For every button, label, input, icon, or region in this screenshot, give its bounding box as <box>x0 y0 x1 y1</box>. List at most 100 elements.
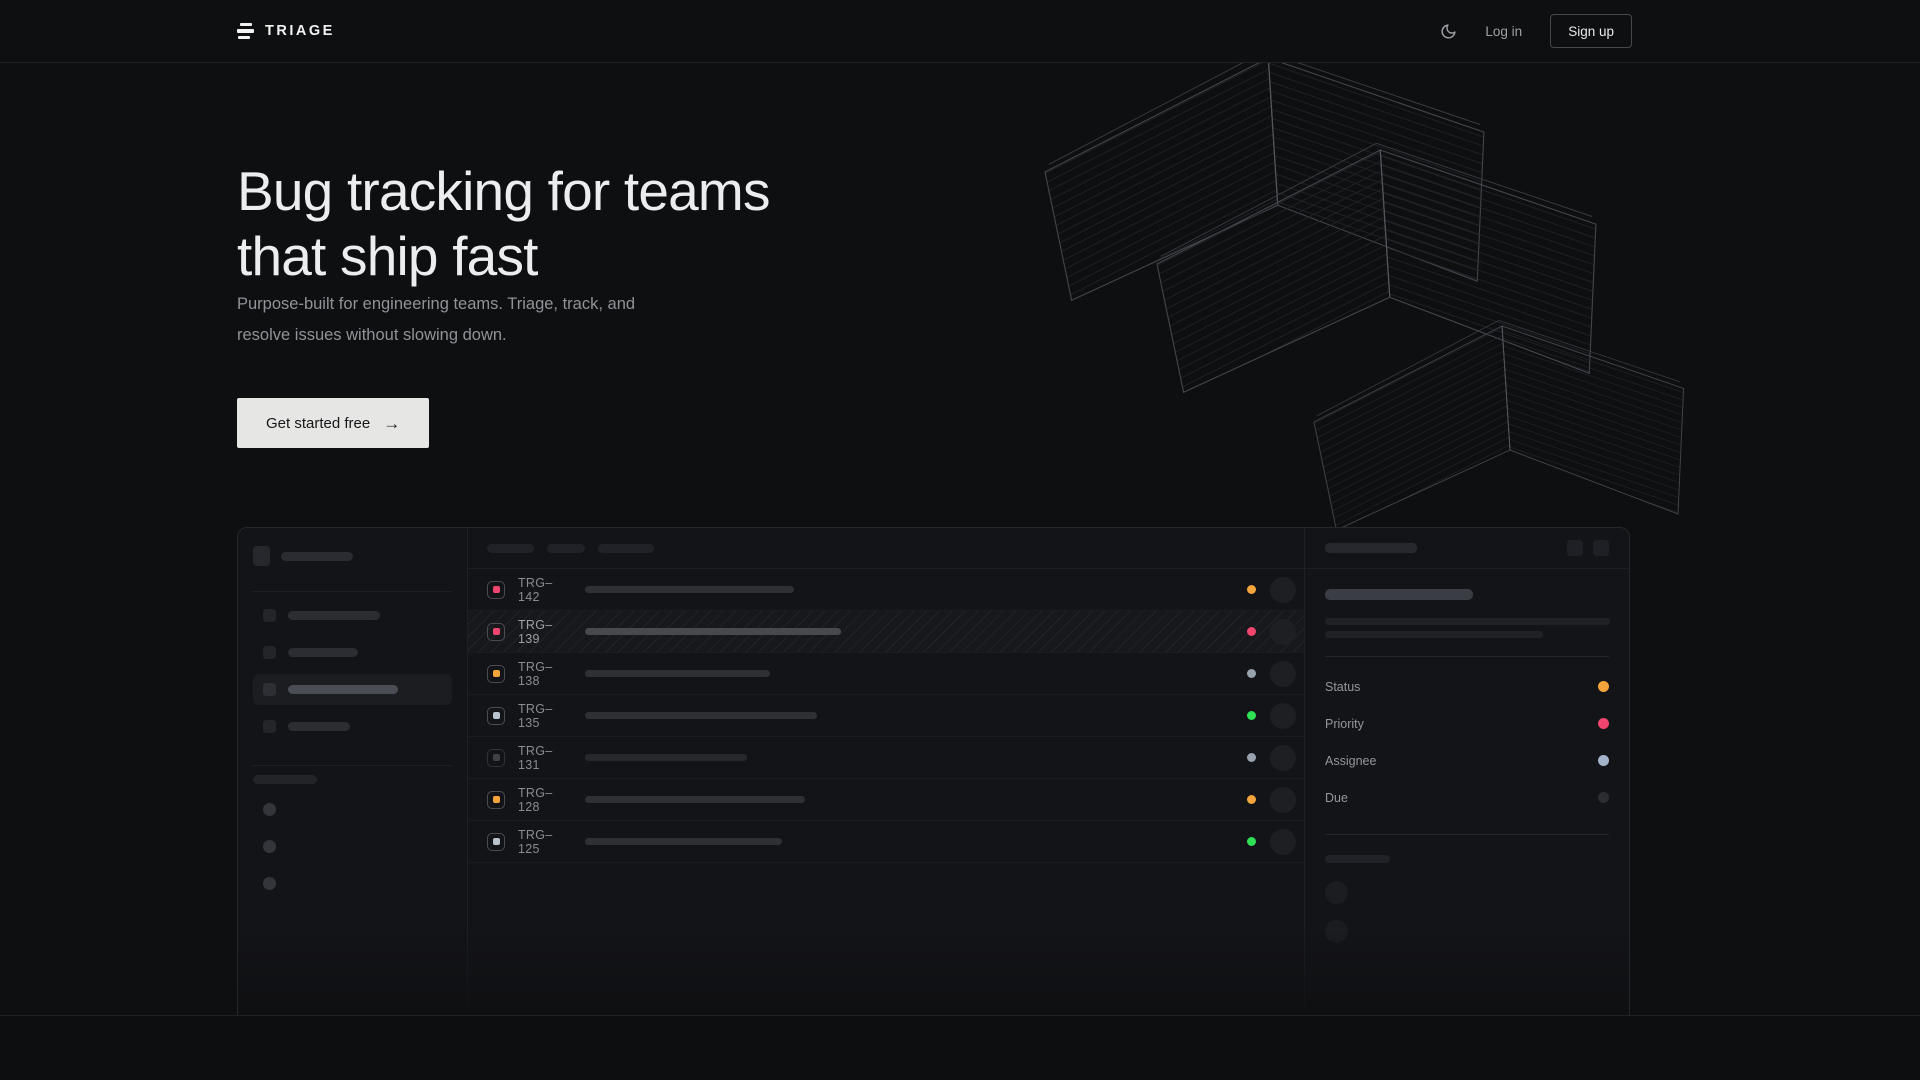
triage-logo-icon <box>237 23 254 39</box>
hero-title-line2: that ship fast <box>237 224 770 289</box>
detail-title-skeleton <box>1325 589 1473 600</box>
hero-subtitle-line1: Purpose-built for engineering teams. Tri… <box>237 289 635 320</box>
app-mockup: TRG–142 TRG–139TRG–138 TRG–135 TRG–131 TRG–1… <box>237 527 1630 1016</box>
field-label: Due <box>1325 791 1348 805</box>
login-link[interactable]: Log in <box>1485 24 1522 39</box>
field-value-dot <box>1598 718 1609 729</box>
mockup-workspace-header <box>253 544 452 568</box>
field-row: Due <box>1325 779 1609 816</box>
issue-type-icon <box>487 707 505 725</box>
field-value-dot <box>1598 792 1609 803</box>
hero-subtitle-line2: resolve issues without slowing down. <box>237 320 635 351</box>
get-started-button[interactable]: Get started free → <box>237 398 429 448</box>
skeleton-bar <box>288 685 398 694</box>
brand-name: TRIAGE <box>265 23 335 39</box>
issue-id: TRG–135 <box>518 702 573 730</box>
list-filter-pill <box>547 544 585 553</box>
sidebar-dot <box>263 840 276 853</box>
detail-fields: Status PriorityAssignee Due <box>1325 668 1609 816</box>
assignee-avatar <box>1270 661 1296 687</box>
issue-id: TRG–131 <box>518 744 573 772</box>
list-filter-pill <box>487 544 534 553</box>
issue-row: TRG–142 <box>468 569 1304 611</box>
panel-action-button <box>1567 540 1583 556</box>
issue-type-icon-fill <box>493 670 500 677</box>
mockup-sidebar <box>238 528 468 1016</box>
hero-section: Bug tracking for teams that ship fast Pu… <box>0 63 1920 1016</box>
assignee-avatar <box>1270 787 1296 813</box>
issue-row: TRG–139 <box>468 611 1304 653</box>
brand-logo[interactable]: TRIAGE <box>237 23 335 39</box>
detail-header-skeleton <box>1325 543 1417 553</box>
list-filter-pill <box>598 544 654 553</box>
issue-type-icon-fill <box>493 586 500 593</box>
issue-list-toolbar <box>468 528 1304 569</box>
issue-row: TRG–128 <box>468 779 1304 821</box>
sidebar-item-icon <box>263 720 276 733</box>
issue-type-icon-fill <box>493 712 500 719</box>
issue-id: TRG–142 <box>518 576 573 604</box>
sidebar-dot <box>263 803 276 816</box>
issue-type-icon <box>487 623 505 641</box>
skeleton-bar <box>288 722 350 731</box>
issue-row: TRG–125 <box>468 821 1304 863</box>
status-dot <box>1247 627 1256 636</box>
field-value-dot <box>1598 681 1609 692</box>
detail-description-skeleton <box>1325 618 1609 638</box>
comment-avatar <box>1325 920 1348 943</box>
status-dot <box>1247 585 1256 594</box>
workspace-avatar <box>253 546 270 566</box>
signup-button[interactable]: Sign up <box>1550 14 1632 48</box>
issue-type-icon <box>487 749 505 767</box>
sidebar-divider <box>253 765 452 766</box>
issue-row: TRG–131 <box>468 737 1304 779</box>
sidebar-dot-list <box>253 803 452 890</box>
issue-id: TRG–125 <box>518 828 573 856</box>
sidebar-divider <box>253 591 452 592</box>
assignee-avatar <box>1270 745 1296 771</box>
assignee-avatar <box>1270 829 1296 855</box>
status-dot <box>1247 711 1256 720</box>
theme-toggle-button[interactable] <box>1433 16 1463 46</box>
assignee-avatar <box>1270 619 1296 645</box>
issue-detail-panel: Status PriorityAssignee Due <box>1304 528 1629 1016</box>
assignee-avatar <box>1270 703 1296 729</box>
sidebar-item-icon <box>263 609 276 622</box>
field-row: Priority <box>1325 705 1609 742</box>
detail-body: Status PriorityAssignee Due <box>1305 569 1629 943</box>
detail-divider <box>1325 834 1609 835</box>
issue-type-icon-fill <box>493 796 500 803</box>
issue-title-skeleton <box>585 628 841 635</box>
sidebar-item-icon <box>263 646 276 659</box>
detail-header <box>1305 528 1629 569</box>
nav-actions: Log in Sign up <box>1433 14 1632 48</box>
comment-avatar <box>1325 881 1348 904</box>
issue-title-skeleton <box>585 838 782 845</box>
sidebar-dot <box>263 877 276 890</box>
skeleton-bar <box>288 611 380 620</box>
sidebar-nav-item <box>253 600 452 631</box>
issue-title-skeleton <box>585 670 770 677</box>
issue-title-skeleton <box>585 754 747 761</box>
status-dot <box>1247 837 1256 846</box>
sidebar-section-label-skeleton <box>253 775 317 784</box>
hero-title-line1: Bug tracking for teams <box>237 159 770 224</box>
sidebar-nav-item <box>253 674 452 705</box>
issue-row: TRG–138 <box>468 653 1304 695</box>
issue-type-icon <box>487 581 505 599</box>
field-label: Status <box>1325 680 1360 694</box>
field-row: Assignee <box>1325 742 1609 779</box>
detail-description-line <box>1325 631 1543 638</box>
status-dot <box>1247 753 1256 762</box>
status-dot <box>1247 795 1256 804</box>
sidebar-nav-item <box>253 711 452 742</box>
top-nav: TRIAGE Log in Sign up <box>0 0 1920 63</box>
issue-type-icon-fill <box>493 754 500 761</box>
detail-divider <box>1325 656 1609 657</box>
get-started-label: Get started free <box>266 415 370 432</box>
issue-list-panel: TRG–142 TRG–139TRG–138 TRG–135 TRG–131 TRG–1… <box>468 528 1304 1016</box>
skeleton-bar <box>288 648 358 657</box>
detail-description-line <box>1325 618 1610 625</box>
field-row: Status <box>1325 668 1609 705</box>
panel-action-button <box>1593 540 1609 556</box>
